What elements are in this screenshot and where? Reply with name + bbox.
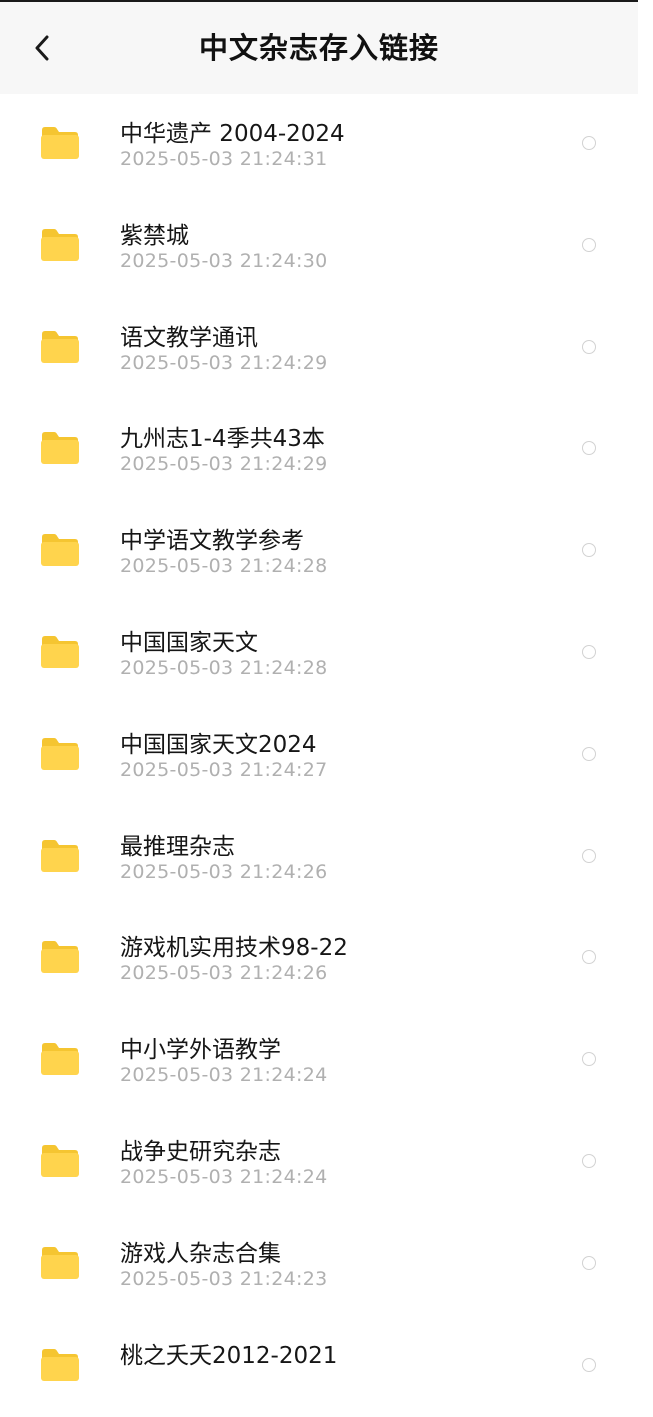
item-name: 紫禁城 <box>120 222 189 249</box>
item-timestamp: 2025-05-03 21:24:31 <box>120 148 328 170</box>
item-name: 九州志1-4季共43本 <box>120 426 325 453</box>
item-name: 语文教学通讯 <box>120 324 258 351</box>
item-timestamp: 2025-05-03 21:24:26 <box>120 860 328 883</box>
select-radio[interactable] <box>582 1357 596 1372</box>
item-name: 中华遗产 2004-2024 <box>120 121 345 147</box>
list-item[interactable]: 中华遗产 2004-2024 2025-05-03 21:24:31 <box>0 94 638 196</box>
item-name: 中学语文教学参考 <box>120 528 304 555</box>
select-radio[interactable] <box>582 746 596 761</box>
folder-icon <box>41 330 79 363</box>
folder-icon <box>41 941 79 974</box>
item-timestamp: 2025-05-03 21:24:28 <box>120 555 328 578</box>
folder-icon <box>41 228 79 261</box>
list-item[interactable]: 最推理杂志 2025-05-03 21:24:26 <box>0 807 638 909</box>
select-radio[interactable] <box>582 644 596 659</box>
list-item[interactable]: 游戏人杂志合集 2025-05-03 21:24:23 <box>0 1214 638 1316</box>
item-name: 游戏机实用技术98-22 <box>120 935 348 962</box>
folder-icon <box>41 1144 79 1177</box>
select-radio[interactable] <box>582 1052 596 1067</box>
item-name: 中国国家天文2024 <box>120 731 317 758</box>
item-name: 桃之夭夭2012-2021 <box>120 1342 338 1369</box>
folder-icon <box>41 839 79 872</box>
list-item[interactable]: 紫禁城 2025-05-03 21:24:30 <box>0 196 638 298</box>
select-radio[interactable] <box>582 950 596 965</box>
item-name: 中国国家天文 <box>120 629 258 656</box>
folder-list: 中华遗产 2004-2024 2025-05-03 21:24:31 紫禁城 2025… <box>0 94 638 1417</box>
list-item[interactable]: 桃之夭夭2012-2021 <box>0 1316 638 1417</box>
select-radio[interactable] <box>582 1255 596 1270</box>
list-item[interactable]: 游戏机实用技术98-22 2025-05-03 21:24:26 <box>0 908 638 1010</box>
list-item[interactable]: 中国国家天文 2025-05-03 21:24:28 <box>0 603 638 705</box>
folder-icon <box>41 1348 79 1381</box>
select-radio[interactable] <box>582 848 596 863</box>
item-name: 中小学外语教学 <box>120 1037 281 1064</box>
folder-icon <box>41 737 79 770</box>
select-radio[interactable] <box>582 136 596 150</box>
item-timestamp: 2025-05-03 21:24:26 <box>120 962 328 985</box>
item-timestamp: 2025-05-03 21:24:29 <box>120 351 328 374</box>
item-timestamp: 2025-05-03 21:24:28 <box>120 656 328 679</box>
folder-icon <box>41 635 79 668</box>
list-item[interactable]: 中小学外语教学 2025-05-03 21:24:24 <box>0 1010 638 1112</box>
select-radio[interactable] <box>582 237 596 252</box>
item-timestamp: 2025-05-03 21:24:30 <box>120 249 328 272</box>
item-name: 战争史研究杂志 <box>120 1138 281 1165</box>
item-name: 游戏人杂志合集 <box>120 1240 281 1267</box>
folder-icon <box>41 1043 79 1076</box>
list-item[interactable]: 中学语文教学参考 2025-05-03 21:24:28 <box>0 501 638 603</box>
select-radio[interactable] <box>582 339 596 354</box>
folder-icon <box>41 534 79 567</box>
select-radio[interactable] <box>582 1153 596 1168</box>
list-item[interactable]: 中国国家天文2024 2025-05-03 21:24:27 <box>0 705 638 807</box>
item-name: 最推理杂志 <box>120 833 235 860</box>
list-item[interactable]: 战争史研究杂志 2025-05-03 21:24:24 <box>0 1112 638 1214</box>
list-item[interactable]: 语文教学通讯 2025-05-03 21:24:29 <box>0 298 638 400</box>
folder-icon <box>41 127 79 159</box>
item-timestamp: 2025-05-03 21:24:24 <box>120 1165 328 1188</box>
header-bar: 中文杂志存入链接 <box>0 2 638 94</box>
page-title: 中文杂志存入链接 <box>198 31 439 65</box>
folder-icon <box>41 1246 79 1279</box>
item-timestamp: 2025-05-03 21:24:27 <box>120 758 328 781</box>
folder-icon <box>41 432 79 465</box>
list-item[interactable]: 九州志1-4季共43本 2025-05-03 21:24:29 <box>0 399 638 501</box>
item-timestamp: 2025-05-03 21:24:24 <box>120 1064 328 1087</box>
item-timestamp: 2025-05-03 21:24:29 <box>120 453 328 476</box>
item-timestamp: 2025-05-03 21:24:23 <box>120 1267 328 1290</box>
select-radio[interactable] <box>582 543 596 558</box>
select-radio[interactable] <box>582 441 596 456</box>
right-edge <box>638 0 653 1371</box>
